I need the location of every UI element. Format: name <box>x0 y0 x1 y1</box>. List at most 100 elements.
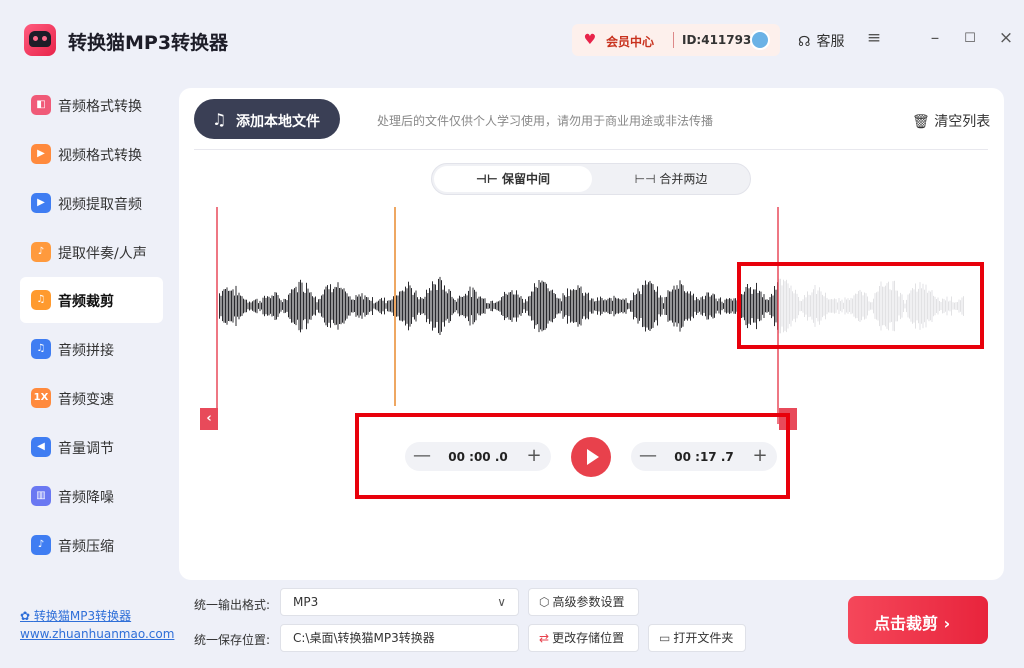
waveform-bar <box>609 297 610 315</box>
waveform-bar <box>681 284 682 328</box>
brand-url[interactable]: www.zhuanhuanmao.com <box>20 627 174 641</box>
sidebar-item-audio-format[interactable]: ◧ 音频格式转换 <box>20 82 163 128</box>
waveform-bar <box>486 303 487 309</box>
waveform-bar <box>423 298 424 314</box>
waveform-bar <box>565 296 567 316</box>
start-time-minus-button[interactable]: — <box>411 445 433 466</box>
waveform-bar <box>259 300 261 312</box>
waveform-bar <box>640 294 642 318</box>
waveform-bar <box>358 294 360 318</box>
sidebar-item-video-format[interactable]: ▶ 视频格式转换 <box>20 131 163 177</box>
avatar[interactable] <box>750 30 770 50</box>
brand-link[interactable]: ✿ 转换猫MP3转换器 <box>20 607 131 624</box>
waveform-bar <box>397 295 399 317</box>
waveform-bar <box>319 298 321 314</box>
advanced-settings-button[interactable]: ⬡ 高级参数设置 <box>528 588 639 616</box>
waveform-bar <box>403 291 405 321</box>
volume-icon: ◀ <box>31 437 51 457</box>
waveform-bar <box>244 299 246 313</box>
user-id: ID:411793 <box>682 33 752 47</box>
waveform-bar <box>372 297 373 315</box>
waveform-bar <box>574 289 576 323</box>
waveform-bar <box>231 290 232 322</box>
waveform-bar <box>541 280 543 332</box>
waveform-bar <box>553 293 555 319</box>
waveform-bar <box>237 295 238 317</box>
minimize-icon[interactable]: – <box>925 28 945 48</box>
waveform-bar <box>558 298 559 314</box>
waveform-bar <box>715 298 717 314</box>
sidebar-item-audio-cut[interactable]: ♫ 音频裁剪 <box>20 277 163 323</box>
waveform-bar <box>270 298 271 314</box>
waveform-bar <box>450 290 451 322</box>
open-folder-button[interactable]: ▭ 打开文件夹 <box>648 624 746 652</box>
sidebar-item-video-extract[interactable]: ▶ 视频提取音频 <box>20 180 163 226</box>
waveform-bar <box>222 290 223 322</box>
waveform-bar <box>526 301 528 311</box>
waveform-bar <box>339 288 340 324</box>
waveform-bar <box>624 299 625 313</box>
sidebar-item-vocal-extract[interactable]: ♪ 提取伴奏/人声 <box>20 229 163 275</box>
denoise-icon: ▥ <box>31 486 51 506</box>
waveform-bar <box>373 303 375 309</box>
vip-center-badge[interactable]: ♥ 会员中心 ID:411793 <box>572 24 780 56</box>
waveform-bar <box>225 289 226 323</box>
waveform-bar <box>718 298 720 314</box>
waveform-bar <box>637 288 639 324</box>
sidebar-item-label: 音频裁剪 <box>58 294 114 310</box>
close-icon[interactable]: × <box>996 28 1016 48</box>
waveform-bar <box>511 290 513 322</box>
app-logo-icon <box>24 24 56 56</box>
start-time-plus-button[interactable]: + <box>523 445 545 466</box>
vocal-extract-icon: ♪ <box>31 242 51 262</box>
waveform-bar <box>351 299 352 313</box>
end-time-value[interactable]: 00 :17 .7 <box>665 450 743 464</box>
waveform-bar <box>453 298 454 314</box>
sidebar-item-audio-speed[interactable]: 1X 音频变速 <box>20 375 163 421</box>
waveform-bar <box>267 296 268 316</box>
title-bar: 转换猫MP3转换器 ♥ 会员中心 ID:411793 ☊ 客服 ≡ – ☐ × <box>0 0 1024 80</box>
waveform-bar <box>732 300 733 312</box>
output-format-select[interactable]: MP3 ∨ <box>280 588 519 616</box>
waveform-bar <box>454 300 456 313</box>
waveform-bar <box>516 290 517 322</box>
waveform-bar <box>505 293 507 319</box>
customer-service-button[interactable]: ☊ 客服 <box>798 31 844 51</box>
menu-icon[interactable]: ≡ <box>864 28 884 48</box>
waveform-bar <box>523 302 525 310</box>
maximize-icon[interactable]: ☐ <box>960 31 980 46</box>
waveform-bar <box>627 302 628 310</box>
sidebar-item-denoise[interactable]: ▥ 音频降噪 <box>20 473 163 519</box>
start-time-value[interactable]: 00 :00 .0 <box>439 450 517 464</box>
waveform-bar <box>646 284 648 328</box>
start-handle[interactable]: ‹ <box>200 408 218 430</box>
waveform-bar <box>433 284 435 328</box>
waveform-bar <box>457 298 459 314</box>
start-cut-button[interactable]: 点击裁剪 › <box>848 596 988 644</box>
end-time-plus-button[interactable]: + <box>749 445 771 466</box>
play-button[interactable] <box>571 437 611 477</box>
headset-icon: ☊ <box>798 34 811 50</box>
waveform-bar <box>391 299 393 313</box>
waveform-bar <box>438 278 439 334</box>
sidebar-item-audio-join[interactable]: ♫ 音频拼接 <box>20 326 163 372</box>
waveform-bar <box>384 297 385 315</box>
change-save-location-button[interactable]: ⇄ 更改存储位置 <box>528 624 639 652</box>
end-time-stepper: — 00 :17 .7 + <box>631 442 777 471</box>
sidebar-item-volume[interactable]: ◀ 音量调节 <box>20 424 163 470</box>
end-time-minus-button[interactable]: — <box>637 445 659 466</box>
waveform-bar <box>696 297 697 315</box>
waveform-bar <box>564 295 565 317</box>
waveform-bar <box>406 288 408 324</box>
waveform-bar <box>730 298 732 314</box>
waveform-bar <box>502 296 504 316</box>
waveform-bar <box>226 287 228 325</box>
waveform-bar <box>268 296 270 316</box>
waveform-bar <box>664 297 666 315</box>
save-location-field[interactable]: C:\桌面\转换猫MP3转换器 <box>280 624 519 652</box>
waveform-bar <box>498 301 499 311</box>
waveform-bar <box>402 290 403 322</box>
video-format-icon: ▶ <box>31 144 51 164</box>
sidebar-item-compress[interactable]: ♪ 音频压缩 <box>20 522 163 568</box>
waveform-bar <box>289 293 291 319</box>
